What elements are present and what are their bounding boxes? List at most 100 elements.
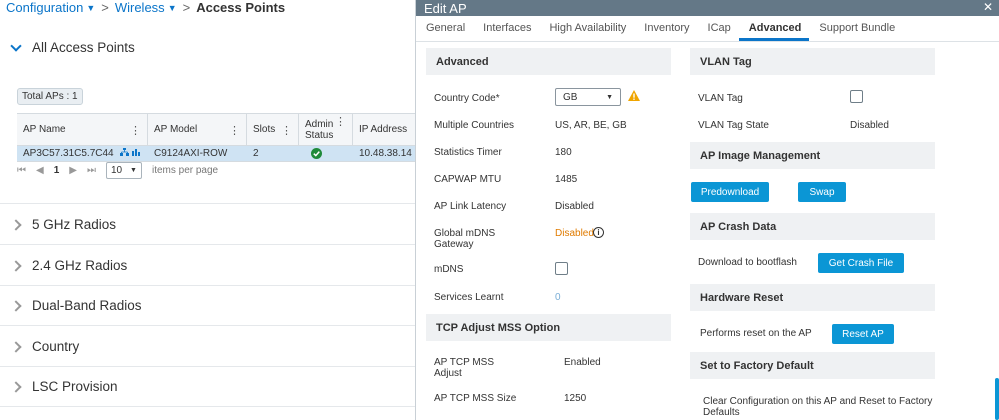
chevron-right-icon: >	[101, 0, 109, 15]
mdns-checkbox[interactable]	[555, 262, 568, 275]
total-aps-badge: Total APs : 1	[17, 88, 83, 105]
info-icon[interactable]: i	[593, 227, 604, 238]
warning-icon	[628, 90, 640, 101]
performs-reset-label: Performs reset on the AP	[700, 328, 812, 339]
section-title: All Access Points	[32, 40, 135, 55]
items-per-page-select[interactable]: 10 ▼	[105, 162, 142, 179]
kebab-icon[interactable]: ⋮	[229, 124, 240, 137]
vlan-tag-checkbox[interactable]	[850, 90, 863, 103]
swap-button[interactable]: Swap	[798, 182, 846, 202]
divider	[0, 366, 415, 367]
prev-page-icon[interactable]: ◀	[36, 165, 44, 176]
factory-reset-label: Clear Configuration on this AP and Reset…	[703, 396, 933, 418]
tab-icap[interactable]: ICap	[698, 18, 739, 41]
tcp-mss-size-label: AP TCP MSS Size	[434, 393, 517, 404]
vlan-tag-state-label: VLAN Tag State	[698, 120, 769, 131]
chevron-right-icon	[10, 218, 22, 231]
vlan-tag-state-value: Disabled	[850, 120, 889, 131]
multiple-countries-value: US, AR, BE, GB	[555, 120, 627, 131]
tab-inventory[interactable]: Inventory	[634, 18, 697, 41]
statistics-timer-label: Statistics Timer	[434, 147, 502, 158]
caret-down-icon[interactable]: ▼	[86, 3, 95, 13]
tcp-adjust-header: TCP Adjust MSS Option	[426, 314, 671, 341]
column-ip-address[interactable]: IP Address	[353, 114, 415, 145]
divider	[0, 285, 415, 286]
ap-crash-data-header: AP Crash Data	[690, 213, 935, 240]
reset-ap-button[interactable]: Reset AP	[832, 324, 894, 344]
cell-ap-name[interactable]: AP3C57.31C5.7C44	[17, 146, 148, 161]
advanced-header: Advanced	[426, 48, 671, 75]
ap-table: AP Name ⋮ AP Model ⋮ Slots ⋮ Admin Statu…	[17, 113, 415, 162]
cell-slots: 2	[253, 148, 259, 159]
chevron-right-icon	[10, 380, 22, 393]
breadcrumb-configuration[interactable]: Configuration	[6, 0, 83, 15]
items-per-page-label: items per page	[151, 165, 219, 176]
table-row[interactable]: AP3C57.31C5.7C44 C9124AXI-ROW 2 10.48.38…	[17, 146, 415, 162]
column-ap-name[interactable]: AP Name ⋮	[17, 114, 148, 145]
ap-image-management-header: AP Image Management	[690, 142, 935, 169]
mdns-label: mDNS	[434, 264, 464, 275]
breadcrumb-current: Access Points	[196, 0, 286, 15]
kebab-icon[interactable]: ⋮	[335, 117, 346, 128]
divider	[0, 406, 415, 407]
tab-general[interactable]: General	[416, 18, 473, 41]
caret-down-icon: ▼	[130, 167, 137, 174]
link-latency-label: AP Link Latency	[434, 201, 507, 212]
section-dual-band-radios[interactable]: Dual-Band Radios	[10, 298, 142, 313]
capwap-mtu-value: 1485	[555, 174, 578, 185]
vlan-tag-label: VLAN Tag	[698, 93, 743, 104]
close-icon[interactable]: ✕	[983, 0, 993, 14]
caret-down-icon[interactable]: ▼	[168, 3, 177, 13]
divider	[0, 325, 415, 326]
section-all-access-points[interactable]: All Access Points	[10, 39, 135, 55]
scrollbar[interactable]	[995, 378, 999, 420]
divider	[0, 244, 415, 245]
kebab-icon[interactable]: ⋮	[130, 124, 141, 137]
chevron-right-icon: >	[182, 0, 191, 15]
column-ap-model[interactable]: AP Model ⋮	[148, 114, 247, 145]
caret-down-icon: ▼	[606, 93, 613, 101]
table-header: AP Name ⋮ AP Model ⋮ Slots ⋮ Admin Statu…	[17, 114, 415, 146]
topology-icon[interactable]	[120, 147, 142, 160]
mdns-gateway-label: Global mDNS Gateway	[434, 228, 496, 250]
kebab-icon[interactable]: ⋮	[281, 124, 292, 137]
tab-high-availability[interactable]: High Availability	[539, 18, 634, 41]
chevron-right-icon	[10, 299, 22, 312]
section-country[interactable]: Country	[10, 339, 79, 354]
section-24ghz-radios[interactable]: 2.4 GHz Radios	[10, 258, 127, 273]
access-points-panel: Configuration ▼ > Wireless ▼ > Access Po…	[0, 0, 415, 420]
modal-title: Edit AP	[424, 0, 467, 16]
get-crash-file-button[interactable]: Get Crash File	[818, 253, 904, 273]
services-learnt-value[interactable]: 0	[555, 292, 561, 303]
mdns-gateway-value: Disabled	[555, 228, 594, 239]
last-page-icon[interactable]: ⏭	[87, 165, 96, 176]
capwap-mtu-label: CAPWAP MTU	[434, 174, 502, 185]
column-slots[interactable]: Slots ⋮	[247, 114, 299, 145]
factory-default-header: Set to Factory Default	[690, 352, 935, 379]
modal-header: Edit AP ✕	[416, 0, 999, 16]
status-ok-icon	[299, 146, 353, 161]
hardware-reset-header: Hardware Reset	[690, 284, 935, 311]
chevron-right-icon	[10, 259, 22, 272]
multiple-countries-label: Multiple Countries	[434, 120, 515, 131]
tab-support-bundle[interactable]: Support Bundle	[809, 18, 903, 41]
country-code-label: Country Code*	[434, 93, 500, 104]
tcp-mss-adjust-label: AP TCP MSS Adjust	[434, 357, 495, 379]
first-page-icon[interactable]: ⏮	[17, 165, 26, 176]
services-learnt-label: Services Learnt	[434, 292, 504, 303]
next-page-icon[interactable]: ▶	[69, 165, 77, 176]
section-lsc-provision[interactable]: LSC Provision	[10, 379, 118, 394]
link-latency-value: Disabled	[555, 201, 594, 212]
cell-ip-address: 10.48.38.14	[359, 148, 412, 159]
cell-ap-model: C9124AXI-ROW	[154, 148, 228, 159]
column-admin-status[interactable]: Admin Status ⋮	[299, 114, 353, 145]
breadcrumb-wireless[interactable]: Wireless	[115, 0, 165, 15]
tab-interfaces[interactable]: Interfaces	[473, 18, 539, 41]
country-code-select[interactable]: GB ▼	[555, 88, 621, 106]
predownload-button[interactable]: Predownload	[691, 182, 769, 202]
chevron-right-icon	[10, 340, 22, 353]
tab-advanced[interactable]: Advanced	[738, 18, 810, 41]
section-5ghz-radios[interactable]: 5 GHz Radios	[10, 217, 116, 232]
tab-bar: General Interfaces High Availability Inv…	[416, 18, 999, 42]
page-number[interactable]: 1	[54, 165, 60, 176]
